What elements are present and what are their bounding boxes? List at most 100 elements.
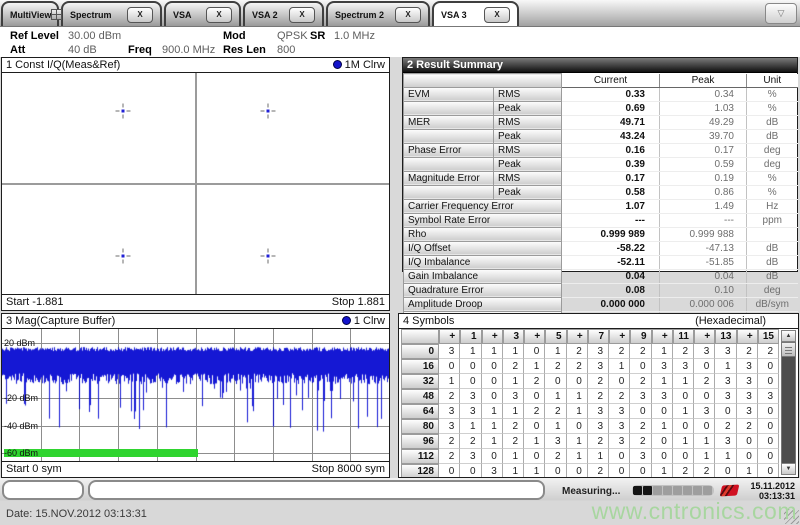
symbol-cell: 3: [587, 344, 609, 359]
status-icon-red: [719, 484, 740, 497]
measuring-label: Measuring...: [562, 486, 621, 497]
result-row: I/Q Imbalance -52.11 -51.85 dB: [403, 254, 798, 270]
symbol-cell: 0: [630, 464, 652, 477]
symbol-cell: 0: [609, 374, 631, 389]
result-unit: deg: [746, 283, 798, 298]
symbols-col-header: 5: [545, 329, 567, 344]
tab-vsa[interactable]: VSA X: [164, 1, 241, 26]
tab-spectrum[interactable]: Spectrum X: [61, 1, 162, 26]
symbol-cell: 1: [609, 359, 631, 374]
symbol-cell: 2: [757, 344, 779, 359]
symbol-cell: 2: [502, 359, 524, 374]
close-icon[interactable]: X: [395, 6, 421, 23]
symbol-cell: 3: [460, 389, 482, 404]
symbols-col-header: +: [651, 329, 673, 344]
scroll-thumb[interactable]: [781, 342, 796, 357]
tab-label: VSA 2: [252, 9, 278, 20]
symbols-row-index: 0: [401, 344, 439, 359]
symbols-col-header: 1: [460, 329, 482, 344]
symbols-col-header: +: [566, 329, 588, 344]
tab-vsa3[interactable]: VSA 3 X: [432, 1, 519, 26]
result-sublabel: RMS: [493, 114, 562, 130]
symbols-row: 48 2 3 0 3 0 1 1 2 2 3 3 0 0 3 3 3: [401, 389, 779, 404]
mag-capture-window: 3 Mag(Capture Buffer) 1 Clrw 20 dBm -20 d…: [1, 313, 390, 478]
result-peak-value: 39.70: [659, 129, 747, 144]
softkey-box-2[interactable]: [88, 480, 545, 500]
symbol-cell: 3: [587, 404, 609, 419]
tab-label: VSA: [173, 9, 192, 20]
window-title-bar: 4 Symbols (Hexadecimal): [399, 314, 798, 329]
result-unit: %: [746, 101, 798, 116]
symbols-row: 16 0 0 0 2 1 2 2 3 1 0 3 3 0 1 3 0: [401, 359, 779, 374]
setting-value: 800: [277, 44, 296, 56]
result-current-value: 0.69: [561, 101, 660, 116]
result-peak-value: 49.29: [659, 115, 747, 130]
result-sublabel: Peak: [493, 128, 562, 144]
setting-value: QPSK: [277, 30, 308, 42]
setting-mod: Mod QPSK: [223, 30, 308, 42]
tab-multiview[interactable]: MultiView: [1, 1, 63, 26]
const-plot: [2, 73, 389, 294]
setting-value: 40 dB: [68, 44, 97, 56]
symbol-cell: 2: [566, 344, 588, 359]
symbol-cell: 2: [736, 419, 758, 434]
result-peak-value: 0.19: [659, 171, 747, 186]
symbol-cell: 0: [757, 449, 779, 464]
symbol-cell: 3: [439, 419, 461, 434]
symbol-cell: 0: [609, 464, 631, 477]
result-sublabel: RMS: [493, 142, 562, 158]
symbol-cell: 1: [481, 419, 503, 434]
symbol-cell: 0: [651, 449, 673, 464]
close-icon[interactable]: X: [289, 6, 315, 23]
symbol-cell: 3: [715, 389, 737, 404]
result-unit: %: [746, 171, 798, 186]
tabbar-dropdown-button[interactable]: ▽: [765, 3, 797, 24]
scroll-track[interactable]: [781, 357, 796, 463]
symbols-col-header: +: [736, 329, 758, 344]
symbols-col-header: +: [524, 329, 546, 344]
symbol-cell: 1: [694, 434, 716, 449]
tab-label: Spectrum: [70, 9, 112, 20]
symbols-row: 128 0 0 3 1 1 0 0 2 0 0 1 2 2 0 1 0: [401, 464, 779, 477]
symbol-cell: 1: [651, 374, 673, 389]
result-row: Peak 0.58 0.86%: [403, 184, 798, 200]
close-icon[interactable]: X: [484, 6, 510, 23]
symbols-window: 4 Symbols (Hexadecimal) +1 +3 +5 +7 +9 +11 +13…: [398, 313, 799, 478]
const-iq-window: 1 Const I/Q(Meas&Ref) 1M Clrw Start -1.8…: [1, 57, 390, 311]
result-current-value: 49.71: [561, 115, 660, 130]
symbol-cell: 1: [502, 404, 524, 419]
softkey-box-1[interactable]: [2, 480, 84, 500]
symbol-cell: 2: [630, 419, 652, 434]
symbols-scrollbar[interactable]: ▲ ▼: [781, 330, 796, 475]
result-unit: %: [746, 185, 798, 200]
close-icon[interactable]: X: [127, 6, 153, 23]
symbol-cell: 1: [694, 449, 716, 464]
tab-spectrum2[interactable]: Spectrum 2 X: [326, 1, 430, 26]
result-label: Carrier Frequency Error: [403, 198, 562, 214]
symbol-cell: 0: [736, 449, 758, 464]
result-peak-value: 0.86: [659, 185, 747, 200]
tab-vsa2[interactable]: VSA 2 X: [243, 1, 324, 26]
result-current-value: 0.17: [561, 171, 660, 186]
setting-att: Att 40 dB: [10, 44, 97, 56]
scroll-down-icon[interactable]: ▼: [781, 463, 796, 475]
constellation-point: [115, 248, 131, 264]
scroll-up-icon[interactable]: ▲: [781, 330, 796, 342]
axis-footer: Start -1.881 Stop 1.881: [2, 294, 389, 310]
symbol-cell: 0: [481, 359, 503, 374]
result-unit: deg: [746, 157, 798, 172]
progress-segment: [683, 486, 692, 495]
result-sublabel: RMS: [493, 86, 562, 102]
symbol-cell: 0: [481, 389, 503, 404]
window-title-bar: 3 Mag(Capture Buffer) 1 Clrw: [2, 314, 389, 329]
close-icon[interactable]: X: [206, 6, 232, 23]
result-row: Amplitude Droop 0.000 000 0.000 006 dB/sym: [403, 296, 798, 312]
result-unit: dB: [746, 115, 798, 130]
progress-segment: [673, 486, 682, 495]
axis-stop-label: Stop 8000 sym: [311, 463, 385, 475]
symbol-cell: 2: [736, 344, 758, 359]
symbols-row-index: 96: [401, 434, 439, 449]
symbols-col-header: 9: [630, 329, 652, 344]
setting-sr: SR 1.0 MHz: [310, 30, 375, 42]
symbol-cell: 0: [481, 449, 503, 464]
